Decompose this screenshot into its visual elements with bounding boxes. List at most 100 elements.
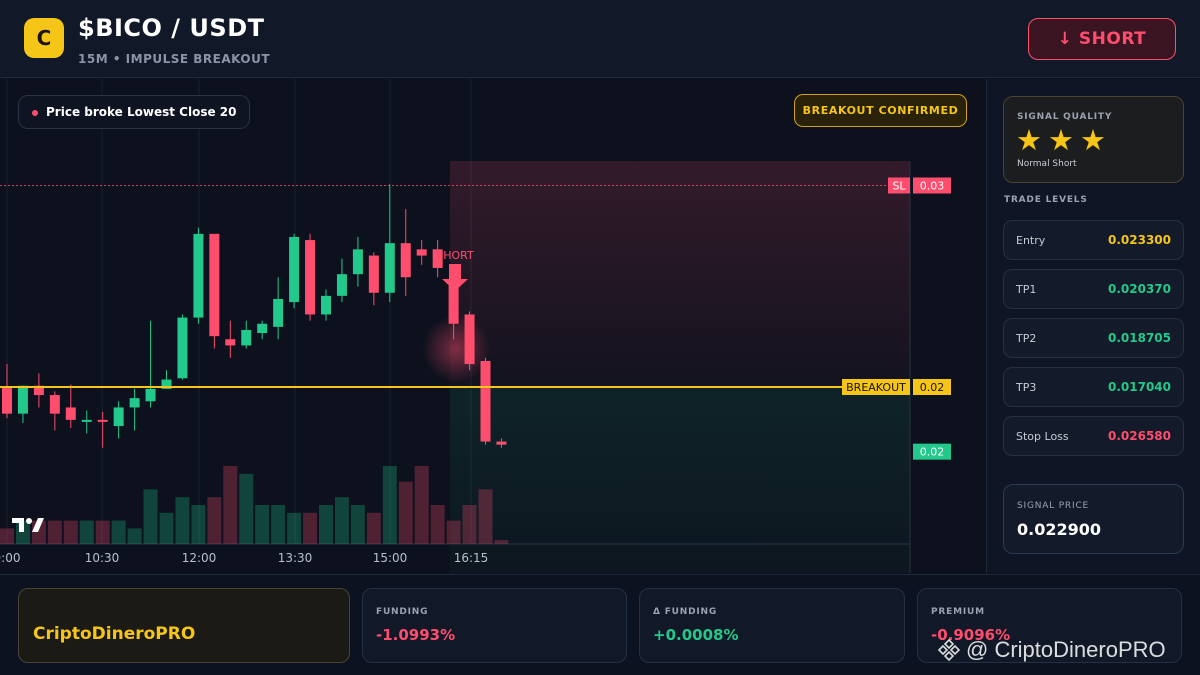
candle bbox=[241, 320, 252, 349]
level-row-tp3[interactable]: TP3 0.017040 bbox=[1003, 367, 1184, 407]
signal-quality-desc: Normal Short bbox=[1017, 159, 1077, 169]
stat-label: Δ FUNDING bbox=[653, 607, 718, 617]
level-row-stop-loss[interactable]: Stop Loss 0.026580 bbox=[1003, 416, 1184, 456]
candle bbox=[209, 233, 220, 349]
time-tick-label: 10:30 bbox=[85, 551, 120, 565]
level-value: 0.017040 bbox=[1107, 380, 1171, 394]
level-label: Entry bbox=[1016, 233, 1046, 247]
candle bbox=[257, 320, 268, 340]
signal-glow bbox=[422, 315, 490, 383]
stat-label: PREMIUM bbox=[931, 607, 985, 617]
stop-loss-zone bbox=[450, 161, 910, 387]
brand-name: CriptoDineroPRO bbox=[33, 624, 196, 644]
trade-levels-title: TRADE LEVELS bbox=[1004, 195, 1088, 205]
signal-quality-card: SIGNAL QUALITY ★ ★ ★ Normal Short bbox=[1003, 96, 1184, 183]
level-label: TP3 bbox=[1016, 380, 1037, 394]
alert-dot-icon bbox=[32, 110, 38, 116]
volume-bar bbox=[446, 520, 461, 544]
short-button[interactable]: ↓ SHORT bbox=[1028, 18, 1176, 60]
pair-title: $BICO / USDT bbox=[78, 14, 265, 42]
signal-price-label: SIGNAL PRICE bbox=[1017, 501, 1090, 511]
candle bbox=[416, 240, 427, 265]
volume-bar bbox=[79, 520, 94, 544]
candle bbox=[336, 258, 347, 303]
price-chart[interactable]: SL 0.03 BREAKOUT 0.02 0.02 9:00 10:30 12:00 13:… bbox=[0, 79, 985, 573]
volume-bar bbox=[47, 520, 62, 544]
candle bbox=[480, 357, 491, 445]
candle bbox=[400, 209, 411, 296]
volume-bar bbox=[478, 489, 493, 544]
volume-bar bbox=[271, 505, 286, 544]
pair-subtitle: 15M • IMPULSE BREAKOUT bbox=[78, 52, 271, 66]
time-tick-label: 16:15 bbox=[454, 551, 489, 565]
candle bbox=[225, 320, 236, 358]
stat-value: +0.0008% bbox=[653, 626, 739, 644]
time-tick-label: 15:00 bbox=[373, 551, 408, 565]
brand-card: CriptoDineroPRO bbox=[18, 588, 350, 663]
sl-value-tag: 0.03 bbox=[920, 180, 945, 193]
candle bbox=[17, 385, 28, 423]
volume-bar bbox=[414, 466, 429, 544]
breakout-value-tag: 0.02 bbox=[920, 381, 945, 394]
candle bbox=[129, 388, 140, 431]
star-icon: ★ bbox=[1048, 123, 1074, 157]
short-marker-label: SHORT bbox=[436, 249, 474, 262]
level-value: 0.020370 bbox=[1107, 282, 1171, 296]
stat-label: FUNDING bbox=[376, 607, 429, 617]
candle bbox=[321, 289, 331, 321]
header-bar: C $BICO / USDT 15M • IMPULSE BREAKOUT ↓ … bbox=[0, 0, 1200, 78]
level-value: 0.018705 bbox=[1107, 331, 1171, 345]
time-tick-label: 9:00 bbox=[0, 551, 20, 565]
volume-bar bbox=[334, 497, 349, 544]
candle bbox=[289, 233, 300, 309]
signal-price-value: 0.022900 bbox=[1017, 520, 1102, 539]
candle bbox=[2, 364, 12, 418]
volume-bar bbox=[382, 466, 397, 544]
last-price-tag: 0.02 bbox=[920, 446, 945, 459]
volume-bar bbox=[175, 497, 190, 544]
tradingview-logo-icon bbox=[12, 518, 44, 532]
footer-bar: CriptoDineroPRO FUNDING -1.0993% Δ FUNDI… bbox=[0, 574, 1200, 675]
level-value: 0.023300 bbox=[1107, 233, 1171, 247]
breakout-note-text: Price broke Lowest Close 20 bbox=[46, 105, 237, 119]
volume-bar bbox=[63, 520, 78, 544]
candle bbox=[65, 384, 76, 428]
volume-bar bbox=[462, 505, 477, 544]
candle bbox=[384, 184, 395, 303]
candle bbox=[113, 401, 124, 439]
candle bbox=[305, 233, 316, 321]
sl-tag: SL bbox=[892, 180, 906, 193]
time-tick-label: 13:30 bbox=[278, 551, 313, 565]
stat-value: -1.0993% bbox=[376, 626, 456, 644]
level-row-tp1[interactable]: TP1 0.020370 bbox=[1003, 269, 1184, 309]
volume-bar bbox=[111, 520, 126, 544]
volume-bar bbox=[143, 489, 158, 544]
volume-bar bbox=[398, 481, 413, 544]
star-icon: ★ bbox=[1080, 123, 1106, 157]
volume-bar bbox=[430, 505, 445, 544]
volume-bar bbox=[223, 466, 238, 544]
signal-quality-label: SIGNAL QUALITY bbox=[1017, 112, 1113, 122]
candle bbox=[177, 314, 188, 380]
candle bbox=[193, 227, 204, 324]
funding-card: FUNDING -1.0993% bbox=[362, 588, 627, 663]
level-row-entry[interactable]: Entry 0.023300 bbox=[1003, 220, 1184, 260]
volume-bar bbox=[127, 528, 142, 544]
level-label: TP2 bbox=[1016, 331, 1037, 345]
candle bbox=[273, 277, 284, 340]
time-tick-label: 12:00 bbox=[182, 551, 217, 565]
candle bbox=[97, 411, 108, 448]
level-row-tp2[interactable]: TP2 0.018705 bbox=[1003, 318, 1184, 358]
candle bbox=[145, 320, 156, 408]
volume-bar bbox=[366, 512, 381, 544]
volume-bar bbox=[239, 473, 254, 544]
candle bbox=[368, 252, 379, 306]
chart-canvas[interactable]: SL 0.03 BREAKOUT 0.02 0.02 9:00 10:30 12:00 13:… bbox=[0, 79, 985, 573]
breakout-note: Price broke Lowest Close 20 bbox=[18, 95, 251, 129]
volume-bar bbox=[159, 512, 174, 544]
volume-bar bbox=[207, 497, 222, 544]
candle bbox=[33, 373, 44, 408]
volume-bar bbox=[319, 505, 333, 544]
candle bbox=[352, 236, 363, 287]
coin-logo: C bbox=[24, 18, 64, 58]
